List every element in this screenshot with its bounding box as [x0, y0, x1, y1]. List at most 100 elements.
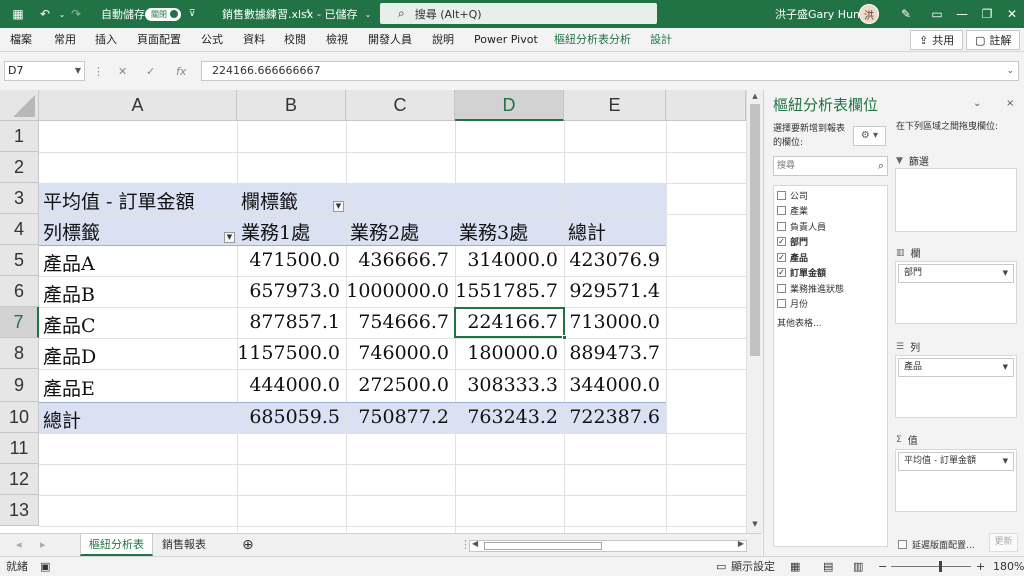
select-all-button[interactable] — [0, 90, 39, 121]
minimize-icon[interactable]: — — [954, 0, 970, 28]
add-sheet-icon[interactable]: ⊕ — [234, 534, 262, 556]
column-header-c[interactable]: C — [346, 90, 455, 121]
undo-icon[interactable]: ↶ — [37, 0, 53, 28]
fill-handle[interactable] — [562, 335, 567, 340]
data-cell[interactable]: 272500.0 — [346, 374, 449, 396]
data-cell[interactable]: 929571.4 — [564, 280, 660, 302]
rows-area[interactable]: 產品 ▼ — [895, 355, 1017, 418]
row-header-1[interactable]: 1 — [0, 121, 39, 152]
row-header-5[interactable]: 5 — [0, 245, 39, 276]
row-header-12[interactable]: 12 — [0, 464, 39, 495]
scroll-right-icon[interactable]: ▶ — [738, 539, 744, 548]
pivot-value-title[interactable]: 平均值 - 訂單金額 — [43, 187, 195, 214]
row-label-cell[interactable]: 產品B — [43, 280, 95, 307]
restore-icon[interactable]: ❐ — [979, 0, 995, 28]
tab-data[interactable]: 資料 — [243, 28, 265, 52]
file-status-icon[interactable]: ᴬ — [300, 0, 316, 28]
scroll-left-icon[interactable]: ◀ — [472, 539, 478, 548]
defer-layout-update[interactable]: 延遲版面配置... — [898, 538, 975, 551]
formula-input[interactable]: 224166.666666667 ⌄ — [201, 61, 1019, 81]
more-options-icon[interactable]: ⋮ — [93, 65, 104, 78]
field-item-sales-status[interactable]: 業務推進狀態 — [777, 281, 844, 295]
header-cell-d4[interactable]: 業務3處 — [459, 218, 528, 245]
next-sheet-icon[interactable]: ▸ — [32, 534, 54, 556]
field-item-owner[interactable]: 負責人員 — [777, 219, 826, 233]
tab-design[interactable]: 設計 — [650, 28, 672, 52]
field-item-month[interactable]: 月份 — [777, 296, 808, 310]
data-cell[interactable]: 471500.0 — [237, 249, 340, 271]
close-icon[interactable]: ✕ — [1004, 0, 1020, 28]
expand-formula-icon[interactable]: ⌄ — [1006, 62, 1014, 80]
page-layout-view-icon[interactable]: ▤ — [823, 559, 833, 575]
vertical-scrollbar[interactable]: ▲ ▼ — [746, 90, 763, 533]
avatar[interactable]: 洪 — [859, 0, 879, 28]
column-labels-cell[interactable]: 欄標籤 — [241, 187, 298, 214]
data-cell[interactable]: 713000.0 — [564, 311, 660, 333]
normal-view-icon[interactable]: ▦ — [790, 559, 800, 575]
tab-review[interactable]: 校閱 — [284, 28, 306, 52]
checkbox[interactable] — [777, 190, 786, 200]
data-cell[interactable]: 314000.0 — [455, 249, 558, 271]
tab-file[interactable]: 檔案 — [10, 28, 32, 52]
field-item-product[interactable]: ✓ 產品 — [777, 250, 808, 264]
tab-power-pivot[interactable]: Power Pivot — [474, 28, 538, 52]
horizontal-scrollbar[interactable]: ◀ ▶ — [469, 539, 747, 552]
data-cell[interactable]: 754666.7 — [346, 311, 449, 333]
row-header-8[interactable]: 8 — [0, 338, 39, 369]
row-label-cell[interactable]: 產品D — [43, 342, 96, 369]
field-item-industry[interactable]: 產業 — [777, 203, 808, 217]
row-label-cell[interactable]: 產品A — [43, 249, 95, 276]
field-item-company[interactable]: 公司 — [777, 188, 808, 202]
row-header-13[interactable]: 13 — [0, 495, 39, 526]
zoom-out-icon[interactable]: − — [878, 559, 887, 575]
tab-home[interactable]: 常用 — [54, 28, 76, 52]
zoom-slider[interactable] — [891, 561, 971, 572]
grand-total-label[interactable]: 總計 — [43, 406, 81, 433]
column-header-d[interactable]: D — [455, 90, 564, 121]
pen-icon[interactable]: ✎ — [898, 0, 914, 28]
data-cell[interactable]: 423076.9 — [564, 249, 660, 271]
data-cell[interactable]: 436666.7 — [346, 249, 449, 271]
field-list-options-button[interactable]: ⚙ ▾ — [853, 126, 886, 146]
pane-options-icon[interactable]: ⌄ — [973, 98, 981, 109]
search-box[interactable]: ⌕ 搜尋 (Alt+Q) — [380, 3, 657, 24]
rows-field-chip[interactable]: 產品 ▼ — [898, 358, 1014, 377]
tab-pivottable-analyze[interactable]: 樞紐分析表分析 — [554, 28, 631, 52]
customize-qat-icon[interactable]: ⊽ — [184, 0, 200, 28]
tab-help[interactable]: 說明 — [432, 28, 454, 52]
checkbox[interactable] — [777, 221, 786, 231]
user-name[interactable]: 洪子盛Gary Hung — [775, 0, 867, 28]
grand-total-cell[interactable]: 750877.2 — [346, 406, 449, 428]
insert-function-icon[interactable]: fx — [176, 65, 186, 78]
data-cell[interactable]: 444000.0 — [237, 374, 340, 396]
header-cell-e4[interactable]: 總計 — [568, 218, 606, 245]
row-label-cell[interactable]: 產品C — [43, 311, 96, 338]
redo-icon[interactable]: ↷ — [68, 0, 84, 28]
display-settings-icon[interactable]: ▭ — [716, 559, 726, 575]
zoom-slider-thumb[interactable] — [939, 561, 942, 572]
columns-field-chip[interactable]: 部門 ▼ — [898, 264, 1014, 283]
tab-developer[interactable]: 開發人員 — [368, 28, 412, 52]
data-cell[interactable]: 308333.3 — [455, 374, 558, 396]
checkbox-checked[interactable]: ✓ — [777, 236, 786, 246]
tab-view[interactable]: 檢視 — [326, 28, 348, 52]
checkbox-checked[interactable]: ✓ — [777, 252, 786, 262]
checkbox[interactable] — [777, 298, 786, 308]
field-item-order-amount[interactable]: ✓ 訂單金額 — [777, 265, 826, 279]
accessibility-icon[interactable]: ▣ — [40, 559, 50, 575]
sheet-tab-pivot[interactable]: 樞紐分析表 — [80, 534, 153, 556]
scroll-up-icon[interactable]: ▲ — [750, 92, 760, 102]
cancel-icon[interactable]: ✕ — [118, 65, 127, 78]
data-cell[interactable]: 1157500.0 — [237, 342, 340, 364]
data-cell[interactable]: 746000.0 — [346, 342, 449, 364]
columns-area[interactable]: 部門 ▼ — [895, 261, 1017, 324]
pane-close-icon[interactable]: × — [1006, 98, 1014, 109]
checkbox[interactable] — [777, 283, 786, 293]
autosave-toggle[interactable]: 關閉 — [145, 0, 181, 28]
row-header-7[interactable]: 7 — [0, 307, 39, 338]
scroll-down-icon[interactable]: ▼ — [750, 520, 760, 530]
field-item-department[interactable]: ✓ 部門 — [777, 234, 808, 248]
row-labels-filter-button[interactable]: ▼ — [224, 232, 235, 243]
share-button[interactable]: ⇪ 共用 — [910, 30, 964, 50]
checkbox-checked[interactable]: ✓ — [777, 267, 786, 277]
